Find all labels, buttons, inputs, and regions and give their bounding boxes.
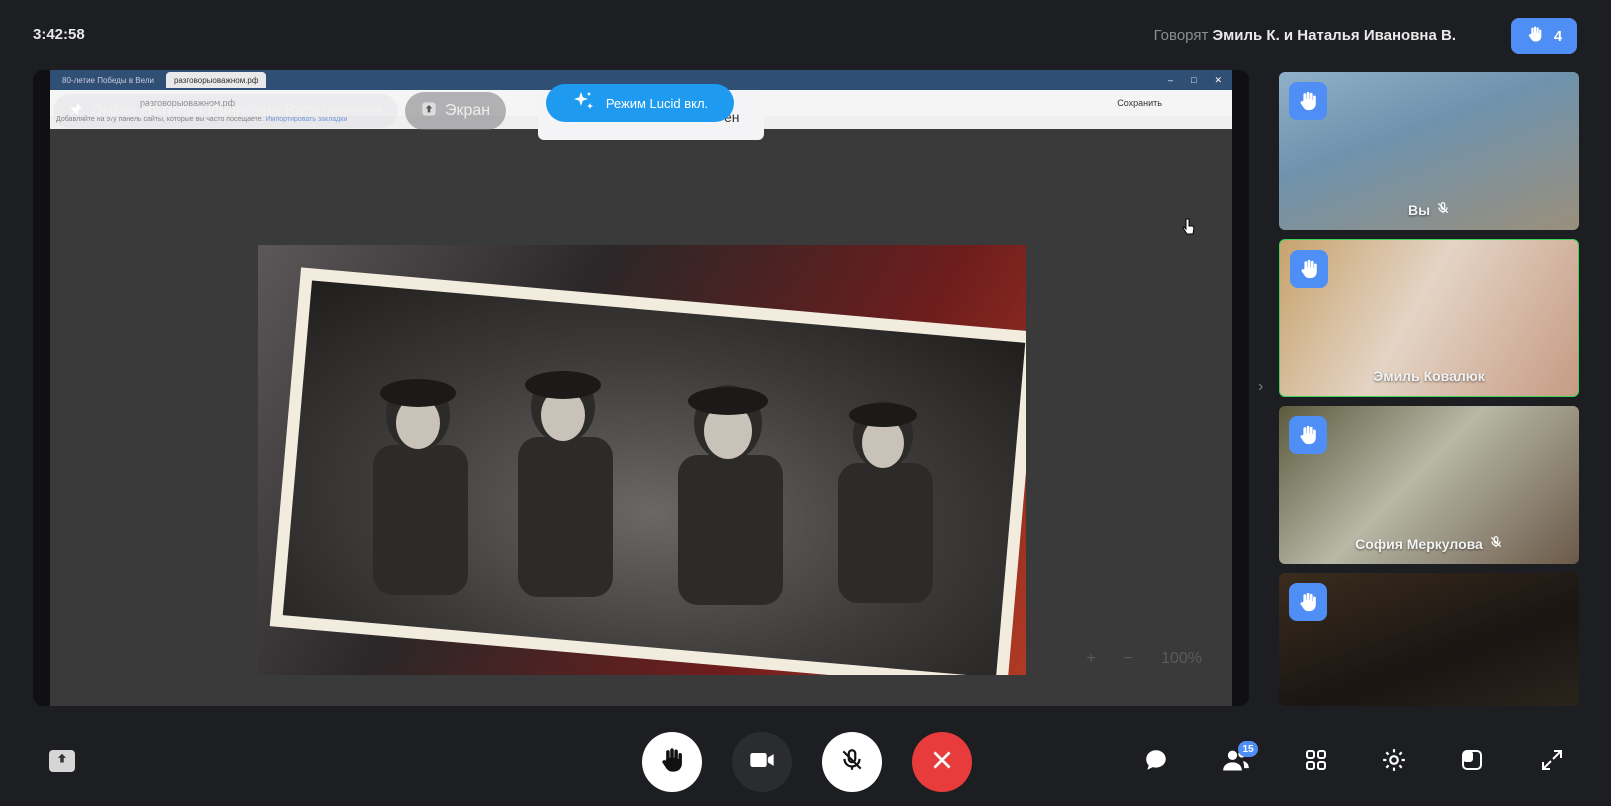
close-icon [929,747,955,778]
speaking-indicator: Говорят Эмиль К. и Наталья Ивановна В. [1154,27,1456,44]
participant-name-row: Эмиль Ковалюк [1280,368,1578,384]
lucid-mode-button[interactable]: Режим Lucid вкл. [546,84,734,122]
mic-off-icon [839,747,865,778]
lucid-label: Режим Lucid вкл. [605,95,709,111]
presenter-label: Экран Наталья Ивановна Васильянова [53,94,399,128]
participant-name-row: Вы [1279,201,1579,218]
participant-name-row: София Меркулова [1279,535,1579,552]
image-viewer: + − 100% [50,129,1232,706]
hand-icon [658,746,686,779]
raised-hands-count: 4 [1553,27,1563,45]
speaking-names: Эмиль К. и Наталья Ивановна В. [1212,27,1456,44]
microphone-toggle-button[interactable] [822,732,882,792]
minimize-icon[interactable]: – [1168,75,1173,86]
close-icon[interactable]: ✕ [1214,75,1222,86]
pin-icon [69,102,83,121]
upload-icon [55,752,69,771]
participant-tile[interactable]: София Меркулова [1279,406,1579,564]
raised-hand-icon [1289,583,1327,621]
zoom-in-icon[interactable]: + [1086,650,1095,668]
zoom-controls: + − 100% [1086,650,1202,668]
call-timer: 3:42:58 [33,26,85,43]
fullscreen-button[interactable] [1538,748,1566,776]
window-controls: – □ ✕ [1168,75,1222,86]
participant-tile[interactable] [1279,573,1579,706]
screen-share-icon [421,101,437,122]
sparkle-icon [572,90,596,117]
participant-tile-active-speaker[interactable]: Эмиль Ковалюк [1279,239,1579,397]
screen-label: Экран [445,102,491,119]
raised-hand-icon [1289,416,1327,454]
presenter-name: Экран Наталья Ивановна Васильянова [91,102,383,119]
gear-icon [1381,747,1407,778]
screen-toggle[interactable]: Экран [405,92,507,130]
participant-tile[interactable]: Вы [1279,72,1579,230]
chat-bubble-icon [1143,747,1169,778]
pip-icon [1460,748,1484,777]
picture-in-picture-button[interactable] [1458,748,1486,776]
expand-icon [1540,748,1564,777]
mouse-cursor-icon [1182,218,1196,241]
mic-off-icon [1436,201,1450,218]
screen-share-stage: 80-летие Победы в Вели разговорыоважном.… [33,70,1249,706]
share-screen-button[interactable] [49,750,75,772]
maximize-icon[interactable]: □ [1191,75,1196,86]
chevron-right-icon[interactable]: › [1258,378,1263,396]
save-button[interactable]: Сохранить [1117,98,1162,108]
participant-name: Вы [1407,201,1431,218]
speaking-prefix: Говорят [1153,27,1209,44]
raised-hand-icon [1289,82,1327,120]
grid-icon [1304,748,1328,777]
shared-screen: 80-летие Победы в Вели разговорыоважном.… [50,70,1232,706]
video-camera-icon [748,746,776,779]
camera-toggle-button[interactable] [732,732,792,792]
layout-grid-button[interactable] [1302,748,1330,776]
zoom-out-icon[interactable]: − [1124,650,1133,668]
browser-tab[interactable]: 80-летие Победы в Вели [54,72,162,88]
raised-hands-button[interactable]: 4 [1511,18,1577,54]
participant-name: Эмиль Ковалюк [1373,368,1485,384]
settings-button[interactable] [1380,748,1408,776]
chat-button[interactable] [1142,748,1170,776]
mic-off-icon [1489,535,1503,552]
archive-photo [258,245,1026,675]
zoom-level: 100% [1161,650,1202,667]
participants-count-badge: 15 [1238,741,1258,757]
browser-tab-active[interactable]: разговорыоважном.рф [165,72,267,88]
end-call-button[interactable] [912,732,972,792]
participant-name: София Меркулова [1355,535,1483,552]
raise-hand-button[interactable] [642,732,702,792]
hand-icon [1526,25,1544,47]
raised-hand-icon [1290,250,1328,288]
soldiers-illustration [373,371,933,605]
